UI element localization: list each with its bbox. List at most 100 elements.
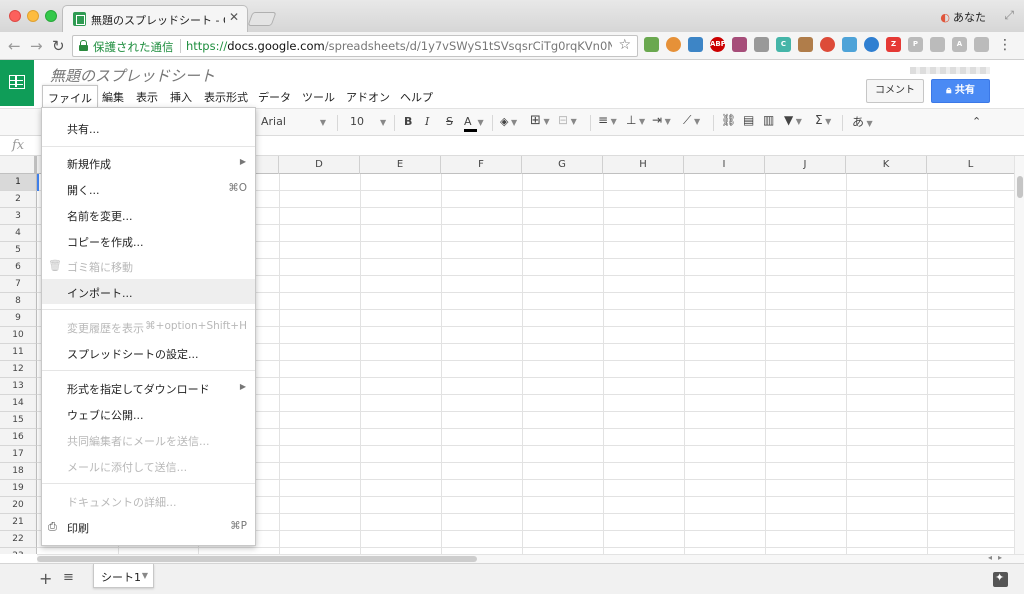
bookmark-star-icon[interactable]: ☆ bbox=[618, 37, 631, 53]
menu-item-email-as-attachment[interactable]: メールに添付して送信... bbox=[42, 453, 255, 478]
row-header[interactable]: 2 bbox=[0, 191, 37, 208]
row-header[interactable]: 21 bbox=[0, 514, 37, 531]
row-header[interactable]: 14 bbox=[0, 395, 37, 412]
menu-tools[interactable]: ツール bbox=[297, 85, 340, 107]
menu-view[interactable]: 表示 bbox=[131, 85, 163, 107]
row-header[interactable]: 12 bbox=[0, 361, 37, 378]
extension-icon[interactable]: Z bbox=[886, 37, 901, 52]
browser-tab[interactable]: 無題のスプレッドシート - Google スプレッドシート ✕ bbox=[62, 5, 248, 32]
functions-icon[interactable]: Σ ▼ bbox=[815, 113, 831, 127]
sheets-logo[interactable] bbox=[0, 60, 34, 106]
menu-item-download-as[interactable]: 形式を指定してダウンロード ▶ bbox=[42, 375, 255, 400]
horizontal-scrollbar[interactable]: ◂▸ bbox=[37, 553, 1024, 563]
extension-icon[interactable] bbox=[930, 37, 945, 52]
extension-icon[interactable] bbox=[864, 37, 879, 52]
menu-item-rename[interactable]: 名前を変更... bbox=[42, 202, 255, 227]
menu-item-move-to-trash[interactable]: 🗑︎ ゴミ箱に移動 bbox=[42, 253, 255, 278]
menu-item-share[interactable]: 共有... bbox=[42, 115, 255, 140]
tab-close-icon[interactable]: ✕ bbox=[229, 10, 239, 24]
font-size-select[interactable]: 10 ▼ bbox=[350, 115, 386, 128]
row-header[interactable]: 5 bbox=[0, 242, 37, 259]
scroll-arrows-icon[interactable]: ◂▸ bbox=[988, 553, 1008, 562]
menu-file[interactable]: ファイル bbox=[42, 85, 98, 107]
extension-icon[interactable]: C bbox=[776, 37, 791, 52]
vertical-scrollbar[interactable] bbox=[1014, 156, 1024, 554]
profile-button[interactable]: ◐ あなた bbox=[940, 9, 986, 25]
row-header[interactable]: 20 bbox=[0, 497, 37, 514]
extension-icon[interactable] bbox=[732, 37, 747, 52]
sheet-tab[interactable]: シート1 ▼ bbox=[93, 564, 154, 588]
column-header[interactable]: L bbox=[927, 156, 1014, 174]
menu-addons[interactable]: アドオン bbox=[341, 85, 395, 107]
menu-edit[interactable]: 編集 bbox=[97, 85, 129, 107]
collapse-toolbar-icon[interactable]: ⌃ bbox=[972, 115, 981, 128]
bold-button[interactable]: B bbox=[404, 115, 412, 128]
insert-comment-icon[interactable]: ▤ bbox=[743, 113, 754, 127]
menu-item-version-history[interactable]: 変更履歴を表示 ⌘+option+Shift+H bbox=[42, 314, 255, 339]
scrollbar-thumb[interactable] bbox=[37, 556, 477, 562]
minimize-window-button[interactable] bbox=[27, 10, 39, 22]
back-icon[interactable]: ← bbox=[8, 37, 21, 55]
strikethrough-button[interactable]: S bbox=[446, 115, 453, 128]
select-all-corner[interactable] bbox=[0, 156, 37, 174]
column-header[interactable]: H bbox=[603, 156, 684, 174]
extension-icon[interactable] bbox=[820, 37, 835, 52]
url-bar[interactable]: 保護された通信 https://docs.google.com/spreadsh… bbox=[72, 35, 638, 57]
menu-item-make-copy[interactable]: コピーを作成... bbox=[42, 228, 255, 253]
adblock-icon[interactable]: ABP bbox=[710, 37, 726, 52]
row-header[interactable]: 23 bbox=[0, 548, 37, 554]
row-header[interactable]: 15 bbox=[0, 412, 37, 429]
forward-icon[interactable]: → bbox=[30, 37, 43, 55]
menu-item-document-details[interactable]: ドキュメントの詳細... bbox=[42, 488, 255, 513]
menu-help[interactable]: ヘルプ bbox=[395, 85, 438, 107]
maximize-window-button[interactable] bbox=[45, 10, 57, 22]
browser-menu-icon[interactable]: ⋮ bbox=[998, 37, 1012, 53]
column-header[interactable]: E bbox=[360, 156, 441, 174]
merge-cells-icon[interactable]: ⊟ ▼ bbox=[558, 113, 577, 127]
extension-icon[interactable] bbox=[974, 37, 989, 52]
row-header[interactable]: 17 bbox=[0, 446, 37, 463]
row-header[interactable]: 19 bbox=[0, 480, 37, 497]
menu-item-new[interactable]: 新規作成 ▶ bbox=[42, 150, 255, 175]
font-family-select[interactable]: Arial ▼ bbox=[261, 115, 326, 128]
comment-button[interactable]: コメント bbox=[866, 79, 924, 103]
share-button[interactable]: 🔒︎ 共有 bbox=[931, 79, 990, 103]
filter-icon[interactable]: ▼ ▼ bbox=[784, 113, 802, 127]
chevron-down-icon[interactable]: ▼ bbox=[142, 571, 148, 580]
vertical-align-icon[interactable]: ⊥ ▼ bbox=[626, 113, 645, 127]
column-header[interactable]: K bbox=[846, 156, 927, 174]
column-header[interactable]: G bbox=[522, 156, 603, 174]
horizontal-align-icon[interactable]: ≡ ▼ bbox=[598, 113, 617, 127]
extension-icon[interactable] bbox=[688, 37, 703, 52]
scrollbar-thumb[interactable] bbox=[1017, 176, 1023, 198]
text-rotate-icon[interactable]: ⟋ ▼ bbox=[683, 113, 700, 128]
column-header[interactable]: J bbox=[765, 156, 846, 174]
menu-insert[interactable]: 挿入 bbox=[165, 85, 197, 107]
row-header[interactable]: 4 bbox=[0, 225, 37, 242]
menu-item-import[interactable]: インポート... bbox=[42, 279, 255, 304]
row-header[interactable]: 22 bbox=[0, 531, 37, 548]
row-header[interactable]: 11 bbox=[0, 344, 37, 361]
italic-button[interactable]: I bbox=[425, 115, 429, 128]
row-header[interactable]: 9 bbox=[0, 310, 37, 327]
menu-item-print[interactable]: ⎙ 印刷 ⌘P bbox=[42, 514, 255, 539]
menu-item-spreadsheet-settings[interactable]: スプレッドシートの設定... bbox=[42, 340, 255, 365]
row-header[interactable]: 18 bbox=[0, 463, 37, 480]
column-header[interactable]: I bbox=[684, 156, 765, 174]
row-header[interactable]: 8 bbox=[0, 293, 37, 310]
row-header[interactable]: 16 bbox=[0, 429, 37, 446]
text-color-button[interactable]: A ▼ bbox=[464, 115, 484, 132]
all-sheets-icon[interactable]: ≡ bbox=[63, 570, 74, 585]
new-tab-button[interactable] bbox=[247, 12, 277, 26]
column-header[interactable]: D bbox=[279, 156, 360, 174]
menu-item-publish-to-web[interactable]: ウェブに公開... bbox=[42, 401, 255, 426]
extension-icon[interactable] bbox=[644, 37, 659, 52]
extension-icon[interactable]: A bbox=[952, 37, 967, 52]
extension-icon[interactable] bbox=[666, 37, 681, 52]
text-wrap-icon[interactable]: ⇥ ▼ bbox=[652, 113, 671, 127]
explore-icon[interactable] bbox=[993, 571, 1008, 587]
input-tools-button[interactable]: あ ▼ bbox=[852, 113, 873, 130]
add-sheet-icon[interactable]: + bbox=[39, 569, 52, 588]
row-header[interactable]: 3 bbox=[0, 208, 37, 225]
row-header[interactable]: 10 bbox=[0, 327, 37, 344]
